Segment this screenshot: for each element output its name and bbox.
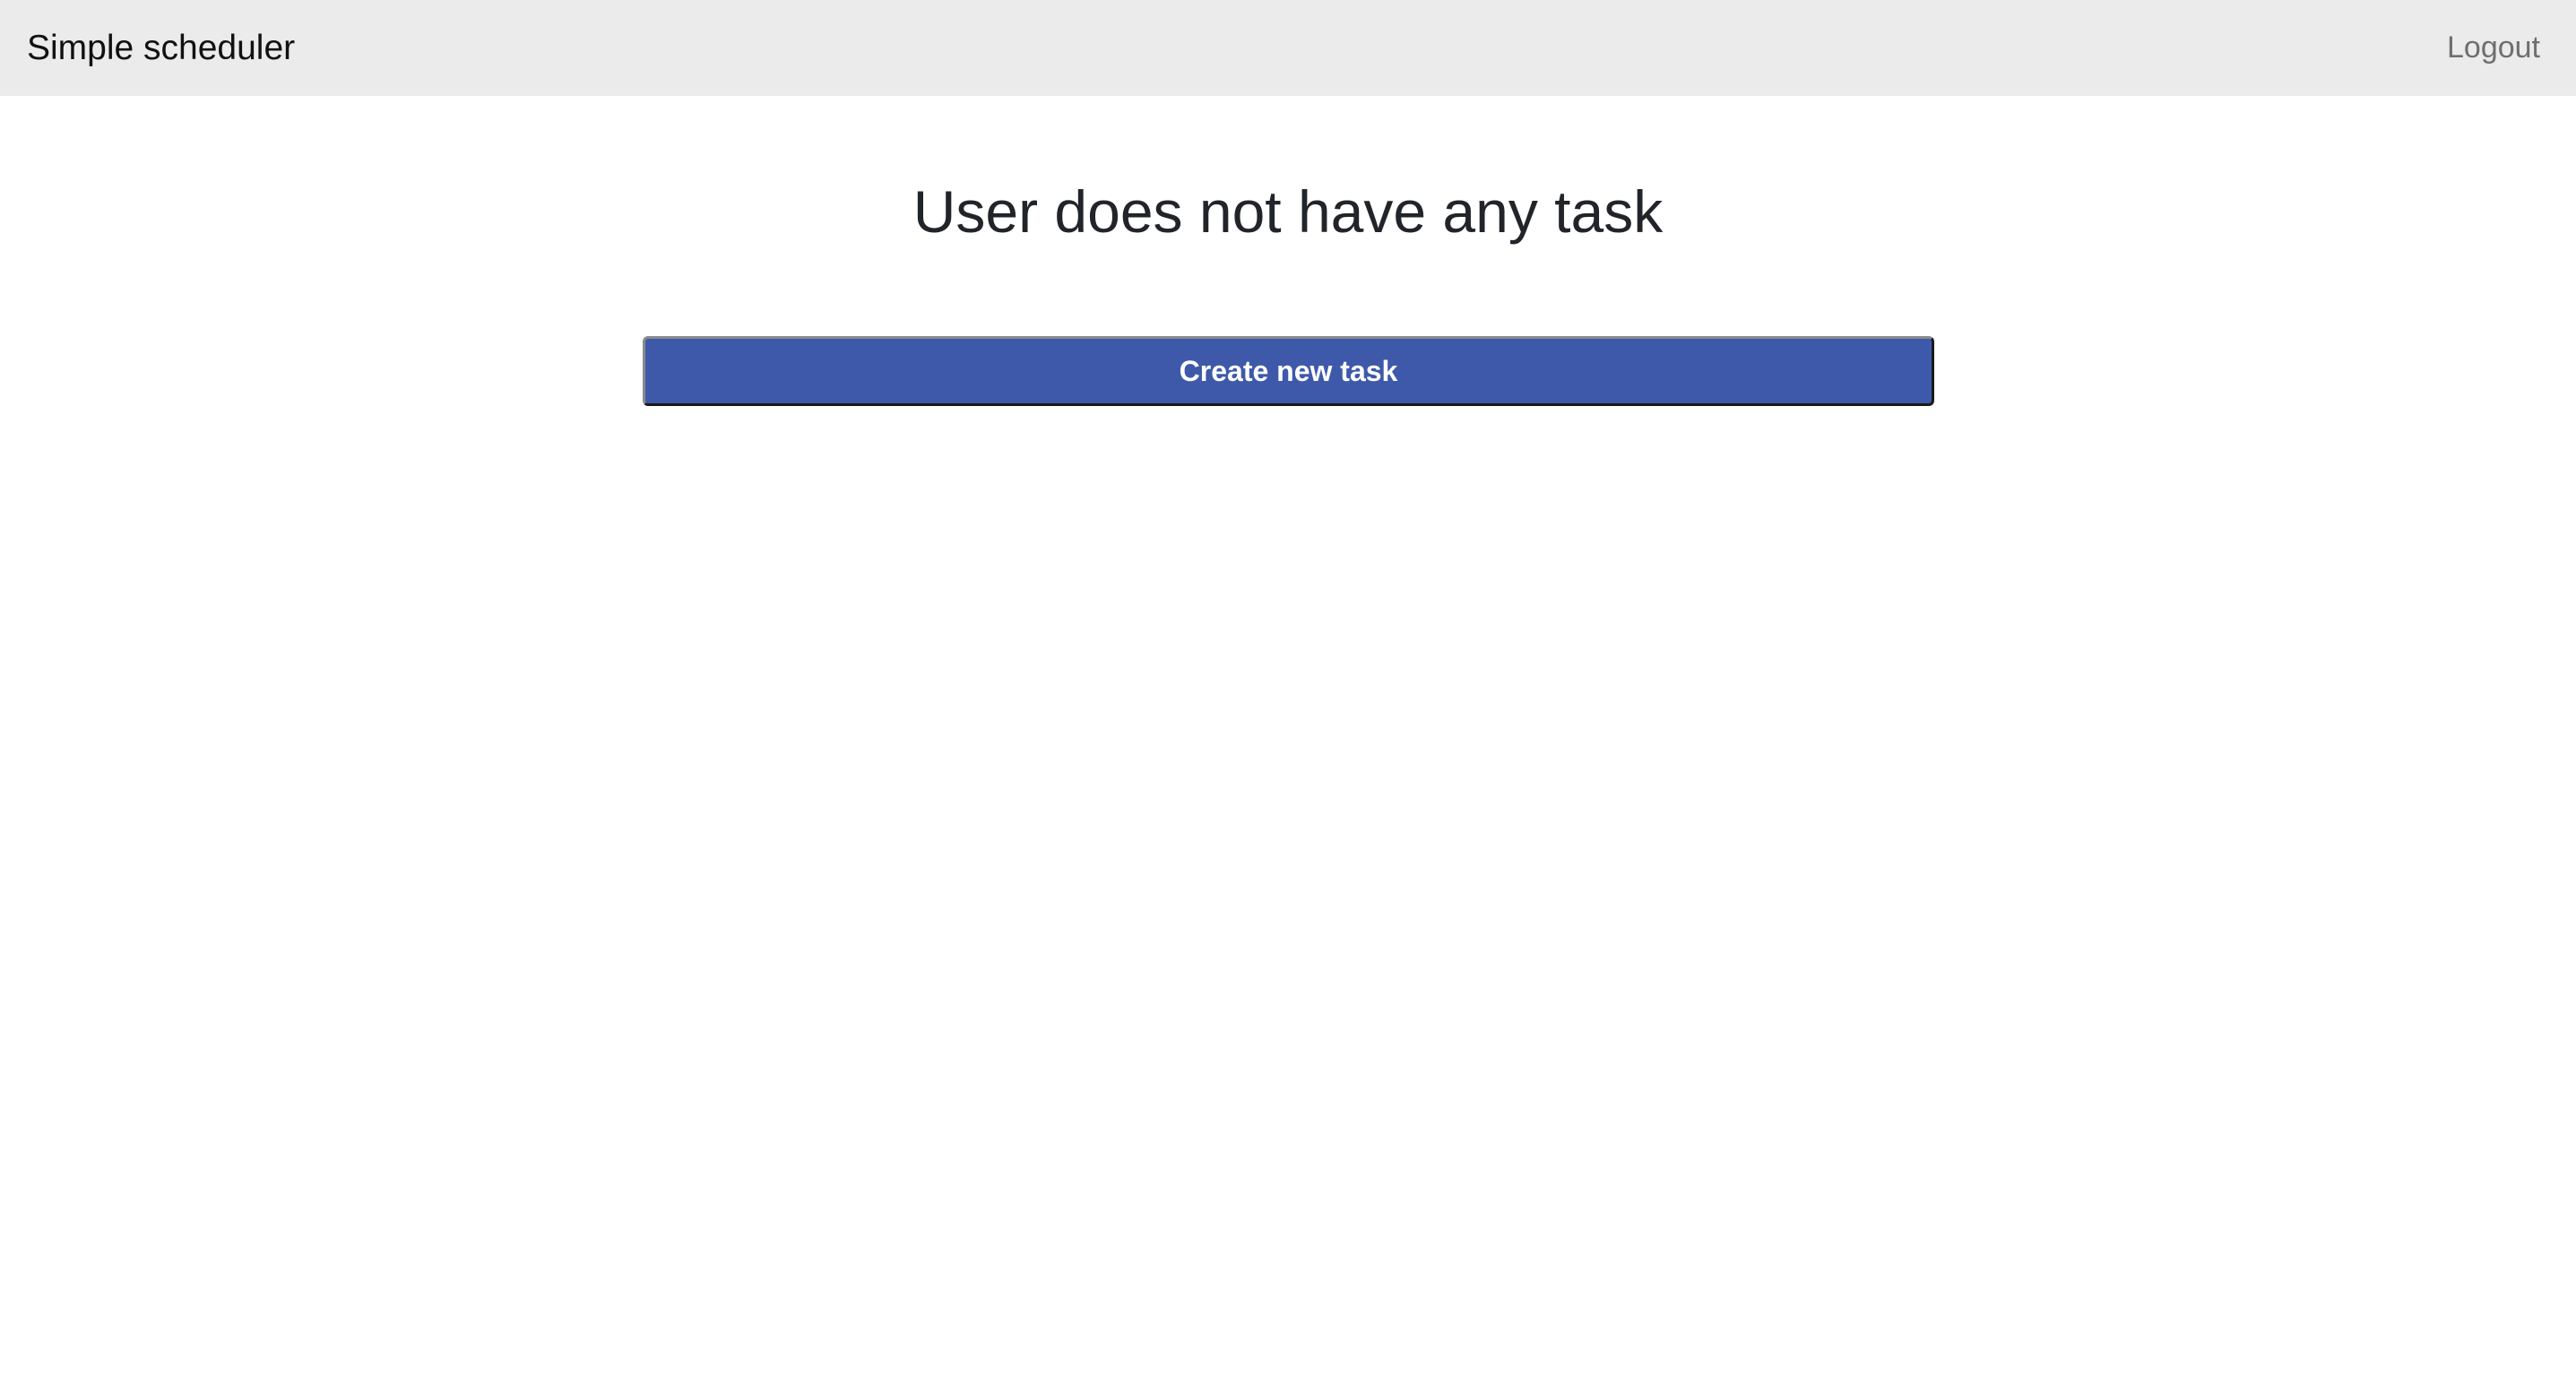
top-navbar: Simple scheduler Logout [0, 0, 2576, 96]
create-task-button[interactable]: Create new task [643, 336, 1934, 406]
main-content: User does not have any task Create new t… [0, 96, 2576, 1400]
page-title: User does not have any task [912, 178, 1664, 245]
app-brand-link[interactable]: Simple scheduler [27, 0, 295, 96]
logout-link[interactable]: Logout [2447, 0, 2540, 96]
